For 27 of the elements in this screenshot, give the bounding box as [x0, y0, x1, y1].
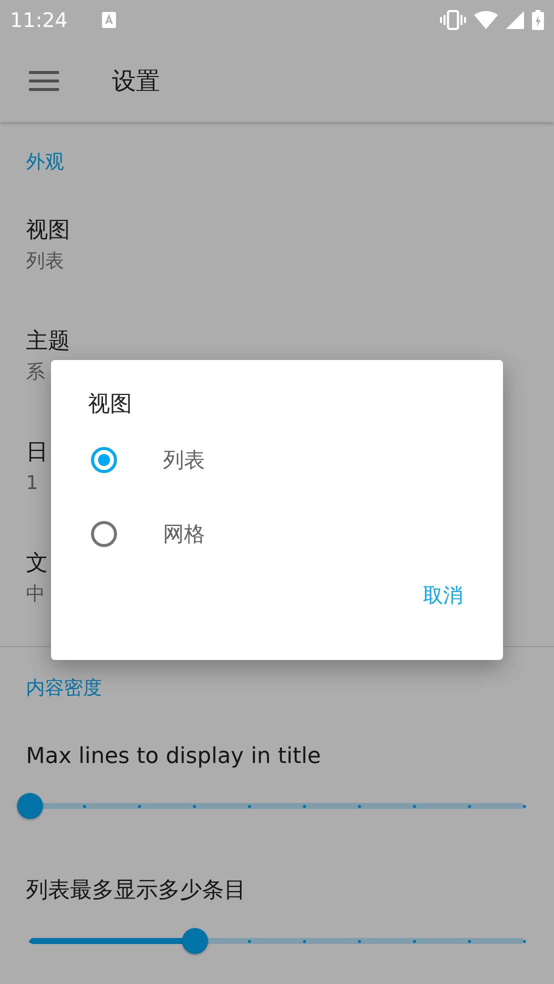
preference-title[interactable]: 文 — [26, 549, 48, 579]
preference-title[interactable]: 日 — [26, 438, 48, 468]
preference-summary: 系 — [26, 360, 45, 385]
dialog-title: 视图 — [87, 391, 133, 419]
slider-thumb[interactable] — [182, 928, 208, 954]
status-time: 11:24 — [10, 8, 68, 32]
preference-title[interactable]: 主题 — [26, 327, 70, 357]
battery-icon — [532, 10, 544, 30]
radio-button[interactable] — [91, 447, 117, 473]
slider-thumb[interactable] — [17, 793, 43, 819]
notification-icon — [102, 12, 116, 28]
option-label[interactable]: 网格 — [163, 520, 205, 548]
radio-button[interactable] — [91, 521, 117, 547]
menu-icon[interactable] — [29, 71, 59, 91]
option-label[interactable]: 列表 — [163, 446, 205, 474]
preference-title: Max lines to display in title — [26, 743, 321, 771]
vibrate-icon — [440, 10, 466, 30]
preference-summary: 列表 — [26, 249, 64, 274]
signal-icon — [506, 11, 524, 29]
app-bar-title: 设置 — [112, 66, 160, 97]
preference-summary: 1 — [26, 471, 38, 496]
section-header: 内容密度 — [26, 676, 102, 700]
preference-title: 列表最多显示多少条目 — [26, 877, 246, 905]
wifi-icon — [474, 11, 498, 29]
section-header: 外观 — [26, 150, 64, 174]
preference-title[interactable]: 视图 — [26, 216, 70, 246]
preference-summary: 中 — [26, 582, 45, 607]
